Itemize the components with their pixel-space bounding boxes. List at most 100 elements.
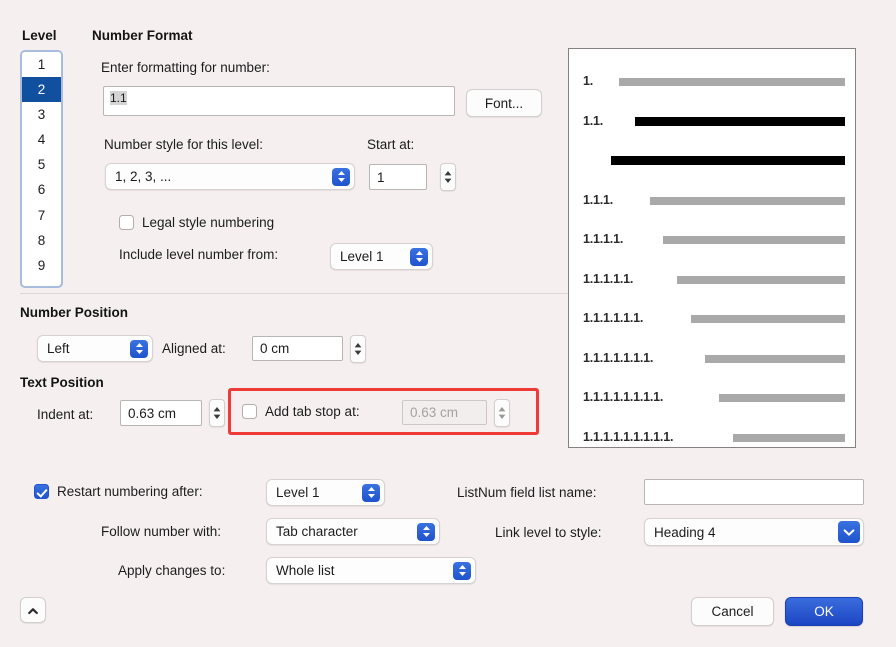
preview-row: 1.1.1. bbox=[583, 184, 845, 207]
font-button-label: Font... bbox=[484, 95, 524, 111]
follow-number-with-select[interactable]: Tab character bbox=[266, 518, 440, 545]
legal-style-numbering-row[interactable]: Legal style numbering bbox=[119, 215, 274, 230]
indent-at-label: Indent at: bbox=[37, 407, 94, 422]
restart-numbering-value: Level 1 bbox=[276, 485, 320, 500]
ok-button-label: OK bbox=[814, 604, 834, 619]
list-numbering-dialog: Level 123456789 Number Format Enter form… bbox=[0, 0, 896, 647]
preview-row-number: 1.1. bbox=[583, 113, 604, 128]
level-item-7[interactable]: 7 bbox=[22, 202, 61, 228]
ok-button[interactable]: OK bbox=[785, 597, 863, 626]
add-tab-stop-input: 0.63 cm bbox=[402, 400, 487, 425]
level-list[interactable]: 123456789 bbox=[20, 50, 63, 288]
preview-row-bar bbox=[650, 196, 845, 205]
preview-row-bar bbox=[691, 315, 845, 323]
add-tab-stop-checkbox[interactable] bbox=[242, 404, 257, 419]
preview-row-bar bbox=[719, 394, 845, 402]
preview-row-bar bbox=[611, 156, 845, 165]
preview-row-number: 1.1.1.1.1.1.1.1.1. bbox=[583, 429, 674, 444]
cancel-button[interactable]: Cancel bbox=[691, 597, 774, 626]
chevron-down-icon bbox=[838, 521, 860, 543]
level-item-6[interactable]: 6 bbox=[22, 177, 61, 203]
restart-numbering-select[interactable]: Level 1 bbox=[266, 479, 385, 506]
restart-numbering-label: Restart numbering after: bbox=[57, 484, 203, 499]
number-position-title: Number Position bbox=[20, 305, 129, 320]
level-item-4[interactable]: 4 bbox=[22, 127, 61, 153]
cancel-button-label: Cancel bbox=[711, 604, 754, 619]
legal-style-numbering-checkbox[interactable] bbox=[119, 215, 134, 230]
aligned-at-label: Aligned at: bbox=[162, 341, 226, 356]
numbering-preview: 1. 1.1. 1.1.1. 1.1.1.1. 1.1.1.1.1. 1.1.1.1.1.… bbox=[568, 48, 856, 448]
number-alignment-select[interactable]: Left bbox=[37, 335, 153, 362]
enter-formatting-label: Enter formatting for number: bbox=[101, 60, 270, 75]
follow-number-with-label: Follow number with: bbox=[101, 524, 222, 539]
number-style-select[interactable]: 1, 2, 3, ... bbox=[105, 163, 355, 190]
preview-row-number: 1.1.1.1.1.1.1.1. bbox=[583, 390, 664, 404]
collapse-button[interactable] bbox=[20, 597, 46, 623]
level-item-5[interactable]: 5 bbox=[22, 152, 61, 178]
legal-style-numbering-label: Legal style numbering bbox=[142, 215, 275, 230]
restart-numbering-row[interactable]: Restart numbering after: bbox=[34, 484, 203, 499]
level-item-3[interactable]: 3 bbox=[22, 102, 61, 128]
restart-numbering-checkbox[interactable] bbox=[34, 484, 49, 499]
preview-row bbox=[583, 144, 845, 166]
level-item-9[interactable]: 9 bbox=[22, 252, 61, 278]
level-item-1[interactable]: 1 bbox=[22, 52, 61, 78]
indent-at-input[interactable]: 0.63 cm bbox=[120, 400, 202, 426]
number-style-label: Number style for this level: bbox=[104, 137, 264, 152]
preview-row-number: 1.1.1.1.1.1.1. bbox=[583, 350, 654, 365]
include-level-number-select[interactable]: Level 1 bbox=[330, 243, 433, 270]
level-section-title: Level bbox=[22, 28, 57, 43]
preview-row: 1.1.1.1.1.1. bbox=[583, 302, 845, 325]
chevron-updown-icon bbox=[130, 339, 148, 358]
indent-at-stepper[interactable] bbox=[209, 399, 225, 427]
add-tab-stop-stepper[interactable] bbox=[494, 399, 510, 427]
apply-changes-to-label: Apply changes to: bbox=[118, 563, 226, 578]
preview-row-bar bbox=[705, 354, 845, 363]
preview-row: 1.1.1.1.1.1.1.1.1. bbox=[583, 421, 845, 444]
link-level-to-style-select[interactable]: Heading 4 bbox=[644, 518, 864, 546]
apply-changes-to-select[interactable]: Whole list bbox=[266, 557, 476, 584]
listnum-field-label: ListNum field list name: bbox=[457, 485, 597, 500]
indent-at-value: 0.63 cm bbox=[128, 405, 177, 421]
chevron-updown-icon bbox=[362, 483, 380, 502]
start-at-label: Start at: bbox=[367, 137, 415, 152]
preview-row-bar bbox=[635, 116, 845, 126]
preview-row-number: 1.1.1.1. bbox=[583, 232, 624, 246]
add-tab-stop-label: Add tab stop at: bbox=[265, 404, 360, 419]
preview-row-number: 1.1.1.1.1. bbox=[583, 271, 634, 286]
level-item-8[interactable]: 8 bbox=[22, 227, 61, 253]
preview-row-number: 1.1.1. bbox=[583, 192, 614, 207]
start-at-stepper[interactable] bbox=[440, 163, 456, 191]
level-item-2[interactable]: 2 bbox=[22, 77, 61, 103]
preview-row: 1.1.1.1. bbox=[583, 223, 845, 246]
start-at-input[interactable]: 1 bbox=[369, 164, 427, 190]
preview-row-number: 1. bbox=[583, 74, 594, 88]
link-level-to-style-value: Heading 4 bbox=[654, 524, 716, 540]
font-button[interactable]: Font... bbox=[466, 89, 542, 117]
number-style-value: 1, 2, 3, ... bbox=[115, 169, 172, 184]
aligned-at-input[interactable]: 0 cm bbox=[252, 336, 343, 361]
number-alignment-value: Left bbox=[47, 341, 70, 356]
chevron-up-icon bbox=[27, 603, 39, 618]
text-position-title: Text Position bbox=[20, 375, 104, 390]
include-level-number-value: Level 1 bbox=[340, 249, 384, 264]
preview-row: 1.1. bbox=[583, 105, 845, 128]
add-tab-stop-row[interactable]: Add tab stop at: bbox=[242, 404, 360, 419]
number-format-input[interactable]: 1.1 bbox=[103, 86, 455, 116]
preview-row-bar bbox=[733, 433, 845, 442]
chevron-updown-icon bbox=[410, 247, 428, 266]
aligned-at-value: 0 cm bbox=[260, 341, 290, 356]
chevron-updown-icon bbox=[332, 167, 350, 186]
chevron-updown-icon bbox=[453, 561, 471, 580]
number-format-section-title: Number Format bbox=[92, 28, 193, 43]
add-tab-stop-value: 0.63 cm bbox=[410, 405, 459, 420]
preview-row-number: 1.1.1.1.1.1. bbox=[583, 311, 644, 325]
preview-row: 1.1.1.1.1.1.1. bbox=[583, 342, 845, 365]
chevron-updown-icon bbox=[417, 522, 435, 541]
follow-number-with-value: Tab character bbox=[276, 524, 358, 539]
preview-row-bar bbox=[663, 236, 845, 244]
preview-row: 1. bbox=[583, 65, 845, 88]
aligned-at-stepper[interactable] bbox=[350, 335, 366, 363]
preview-row: 1.1.1.1.1.1.1.1. bbox=[583, 381, 845, 404]
listnum-field-input[interactable] bbox=[644, 479, 864, 505]
